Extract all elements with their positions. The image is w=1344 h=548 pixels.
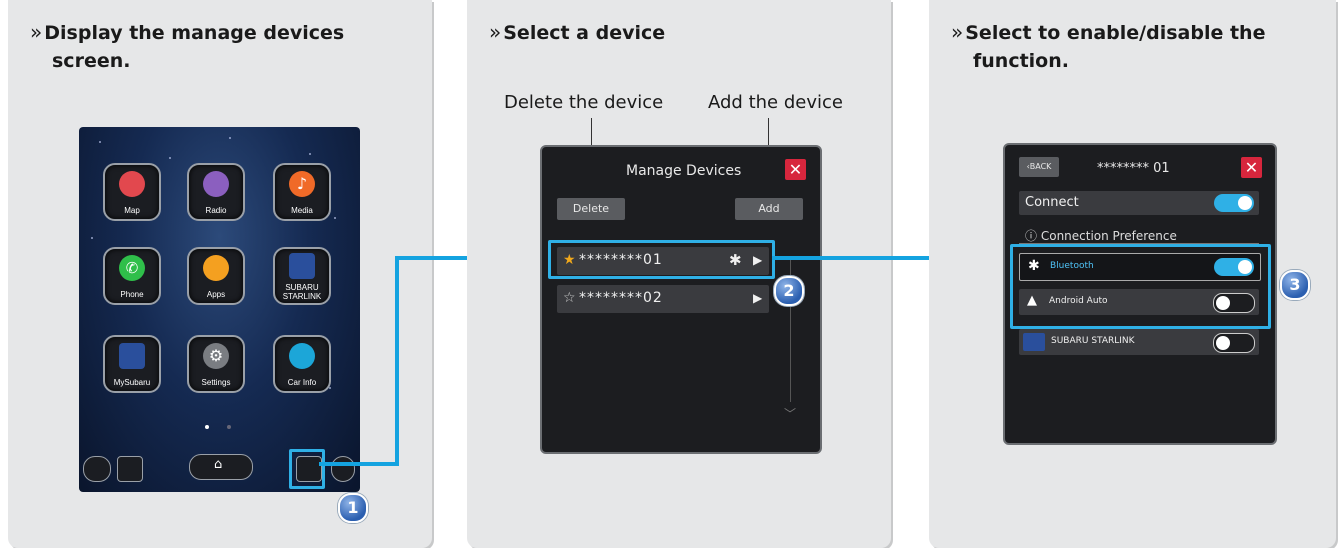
page-indicator [227,425,231,429]
double-chevron-icon: » [951,20,964,44]
car-info-icon [289,343,315,369]
device-title: ******** 01 [1097,161,1170,176]
panel-1-heading: » Display the manage devices screen. [30,20,345,72]
map-icon [119,171,145,197]
apps-grid-icon [203,255,229,281]
chevron-down-icon[interactable]: ﹀ [784,405,796,422]
home-screen: Map Radio ♪ Media ✆ Phone Apps SUBARU ST… [79,127,360,492]
double-chevron-icon: » [30,20,43,44]
home-button[interactable]: ⌂ [189,454,253,480]
starlink-toggle[interactable] [1213,333,1255,353]
option-subaru-starlink[interactable]: SUBARU STARLINK [1019,329,1259,355]
radio-icon [203,171,229,197]
screen-title: Manage Devices [626,163,742,179]
close-button[interactable]: ✕ [1241,157,1262,178]
app-mysubaru[interactable]: MySubaru [103,335,161,393]
connect-toggle[interactable] [1214,194,1254,212]
connector-line [395,256,399,466]
callout-delete: Delete the device [504,92,664,113]
app-map[interactable]: Map [103,163,161,221]
connector-line [319,462,397,466]
phone-icon: ✆ [119,255,145,281]
close-button[interactable]: ✕ [785,159,806,180]
climate-button[interactable] [117,456,143,482]
connection-preference-header: ⓘ Connection Preference [1025,229,1177,243]
double-chevron-icon: » [489,20,502,44]
back-button[interactable]: ‹BACK [1019,157,1059,177]
play-arrow-icon: ▶ [753,291,763,305]
app-apps[interactable]: Apps [187,247,245,305]
starlink-icon [289,253,315,279]
panel-2-heading: » Select a device [489,20,666,44]
connect-row[interactable]: Connect [1019,191,1259,215]
device-row-02[interactable]: ☆ ********02 ▶ [557,285,769,313]
panel-3-heading: » Select to enable/disable the function. [951,20,1266,72]
page-indicator [205,425,209,429]
info-icon: ⓘ [1025,229,1038,243]
step-badge-3: 3 [1280,270,1310,300]
connect-label: Connect [1025,195,1079,210]
home-icon: ⌂ [214,457,223,472]
car-button[interactable] [83,456,111,482]
app-media[interactable]: ♪ Media [273,163,331,221]
highlight-phone-manage [289,449,325,489]
callout-add: Add the device [708,92,843,113]
delete-button[interactable]: Delete [557,198,625,220]
option-label: SUBARU STARLINK [1051,336,1135,346]
app-car-info[interactable]: Car Info [273,335,331,393]
app-settings[interactable]: ⚙ Settings [187,335,245,393]
add-button[interactable]: Add [735,198,803,220]
device-name: ********02 [579,290,663,306]
settings-gear-icon: ⚙ [203,343,229,369]
step-badge-2: 2 [774,276,804,306]
mysubaru-icon [119,343,145,369]
app-radio[interactable]: Radio [187,163,245,221]
favorite-star-icon: ☆ [563,290,576,306]
app-phone[interactable]: ✆ Phone [103,247,161,305]
dock-extra-button[interactable] [331,456,355,482]
highlight-connection-options [1010,244,1271,329]
music-note-icon: ♪ [289,171,315,197]
highlight-device-01 [548,240,775,279]
step-badge-1: 1 [338,493,368,523]
app-subaru-starlink[interactable]: SUBARU STARLINK [273,247,331,305]
starlink-icon [1023,333,1045,351]
